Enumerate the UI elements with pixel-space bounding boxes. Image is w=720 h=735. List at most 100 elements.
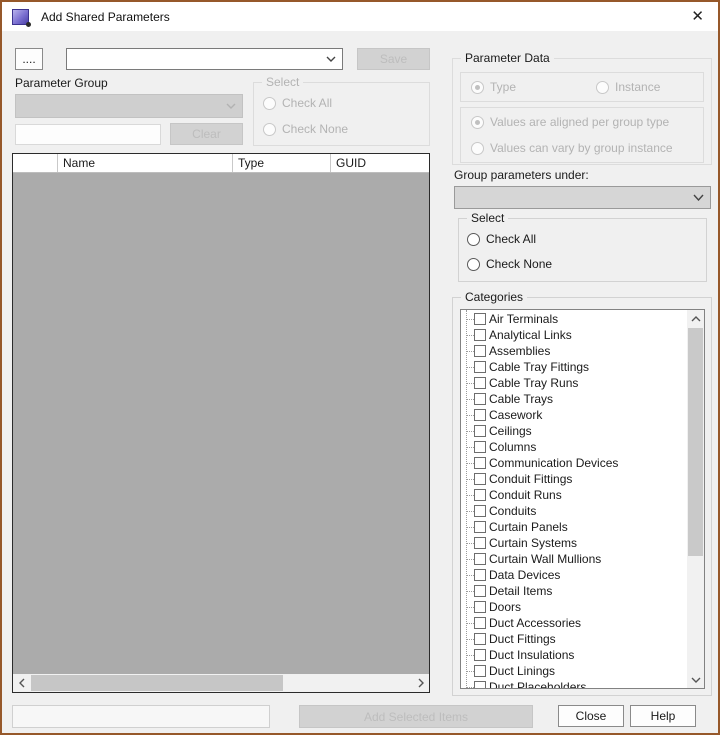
category-label[interactable]: Curtain Systems [489,536,577,550]
column-header-name[interactable]: Name [58,154,233,172]
category-checkbox[interactable] [474,441,486,453]
category-row[interactable]: Communication Devices [461,455,687,471]
category-row[interactable]: Curtain Wall Mullions [461,551,687,567]
category-label[interactable]: Duct Fittings [489,632,556,646]
group-parameters-under-combobox[interactable] [454,186,711,209]
scroll-right-icon[interactable] [412,674,429,692]
check-none-radio-left[interactable]: Check None [263,122,348,136]
category-row[interactable]: Columns [461,439,687,455]
help-button[interactable]: Help [630,705,696,727]
scroll-left-icon[interactable] [13,674,30,692]
category-label[interactable]: Conduits [489,504,536,518]
category-row[interactable]: Casework [461,407,687,423]
column-header-type[interactable]: Type [233,154,331,172]
category-checkbox[interactable] [474,617,486,629]
add-selected-items-button[interactable]: Add Selected Items [299,705,533,728]
parameter-name-input[interactable] [12,705,270,728]
category-label[interactable]: Analytical Links [489,328,572,342]
category-checkbox[interactable] [474,473,486,485]
category-row[interactable]: Data Devices [461,567,687,583]
category-checkbox[interactable] [474,457,486,469]
category-label[interactable]: Communication Devices [489,456,618,470]
category-row[interactable]: Duct Fittings [461,631,687,647]
category-label[interactable]: Curtain Wall Mullions [489,552,601,566]
category-checkbox[interactable] [474,329,486,341]
close-icon[interactable]: ✕ [687,7,708,26]
category-row[interactable]: Analytical Links [461,327,687,343]
category-label[interactable]: Doors [489,600,521,614]
category-label[interactable]: Data Devices [489,568,560,582]
category-checkbox[interactable] [474,521,486,533]
categories-vertical-scrollbar[interactable] [687,310,704,688]
category-label[interactable]: Assemblies [489,344,550,358]
category-row[interactable]: Doors [461,599,687,615]
radio-icon[interactable] [467,258,480,271]
category-row[interactable]: Cable Tray Runs [461,375,687,391]
category-checkbox[interactable] [474,345,486,357]
radio-icon[interactable] [471,142,484,155]
category-checkbox[interactable] [474,553,486,565]
category-row[interactable]: Duct Placeholders [461,679,687,688]
category-checkbox[interactable] [474,361,486,373]
column-header-guid[interactable]: GUID [331,154,429,172]
vertical-scrollbar-thumb[interactable] [688,328,703,556]
category-checkbox[interactable] [474,649,486,661]
category-row[interactable]: Duct Linings [461,663,687,679]
category-row[interactable]: Cable Trays [461,391,687,407]
category-row[interactable]: Conduit Fittings [461,471,687,487]
category-checkbox[interactable] [474,665,486,677]
parameter-group-combobox[interactable] [15,94,243,118]
column-header-blank[interactable] [13,154,58,172]
clear-button[interactable]: Clear [170,123,243,145]
category-label[interactable]: Duct Accessories [489,616,581,630]
file-combobox[interactable] [66,48,343,70]
category-checkbox[interactable] [474,377,486,389]
category-row[interactable]: Conduit Runs [461,487,687,503]
category-label[interactable]: Columns [489,440,536,454]
category-checkbox[interactable] [474,633,486,645]
category-checkbox[interactable] [474,601,486,613]
horizontal-scrollbar-thumb[interactable] [31,675,283,691]
category-checkbox[interactable] [474,313,486,325]
radio-icon[interactable] [467,233,480,246]
category-checkbox[interactable] [474,537,486,549]
category-row[interactable]: Assemblies [461,343,687,359]
category-label[interactable]: Cable Tray Runs [489,376,578,390]
radio-icon[interactable] [471,116,484,129]
category-checkbox[interactable] [474,425,486,437]
category-checkbox[interactable] [474,585,486,597]
radio-icon[interactable] [263,123,276,136]
category-label[interactable]: Casework [489,408,542,422]
category-label[interactable]: Air Terminals [489,312,558,326]
category-label[interactable]: Conduit Fittings [489,472,572,486]
category-row[interactable]: Conduits [461,503,687,519]
check-all-radio-left[interactable]: Check All [263,96,332,110]
values-aligned-radio[interactable]: Values are aligned per group type [471,115,669,129]
close-button[interactable]: Close [558,705,624,727]
scroll-down-icon[interactable] [687,671,704,688]
category-row[interactable]: Duct Insulations [461,647,687,663]
category-checkbox[interactable] [474,393,486,405]
category-label[interactable]: Duct Insulations [489,648,574,662]
category-checkbox[interactable] [474,409,486,421]
category-checkbox[interactable] [474,569,486,581]
check-none-radio-right[interactable]: Check None [467,257,552,271]
check-all-radio-right[interactable]: Check All [467,232,536,246]
horizontal-scrollbar[interactable] [13,674,429,692]
category-label[interactable]: Duct Placeholders [489,680,586,688]
category-label[interactable]: Conduit Runs [489,488,562,502]
category-checkbox[interactable] [474,489,486,501]
category-label[interactable]: Duct Linings [489,664,555,678]
category-row[interactable]: Duct Accessories [461,615,687,631]
category-label[interactable]: Cable Trays [489,392,553,406]
category-row[interactable]: Cable Tray Fittings [461,359,687,375]
browse-button[interactable]: .... [15,48,43,70]
category-label[interactable]: Detail Items [489,584,552,598]
category-row[interactable]: Curtain Panels [461,519,687,535]
values-vary-radio[interactable]: Values can vary by group instance [471,141,673,155]
category-row[interactable]: Air Terminals [461,311,687,327]
radio-icon[interactable] [596,81,609,94]
type-radio[interactable]: Type [471,80,516,94]
category-row[interactable]: Ceilings [461,423,687,439]
instance-radio[interactable]: Instance [596,80,660,94]
